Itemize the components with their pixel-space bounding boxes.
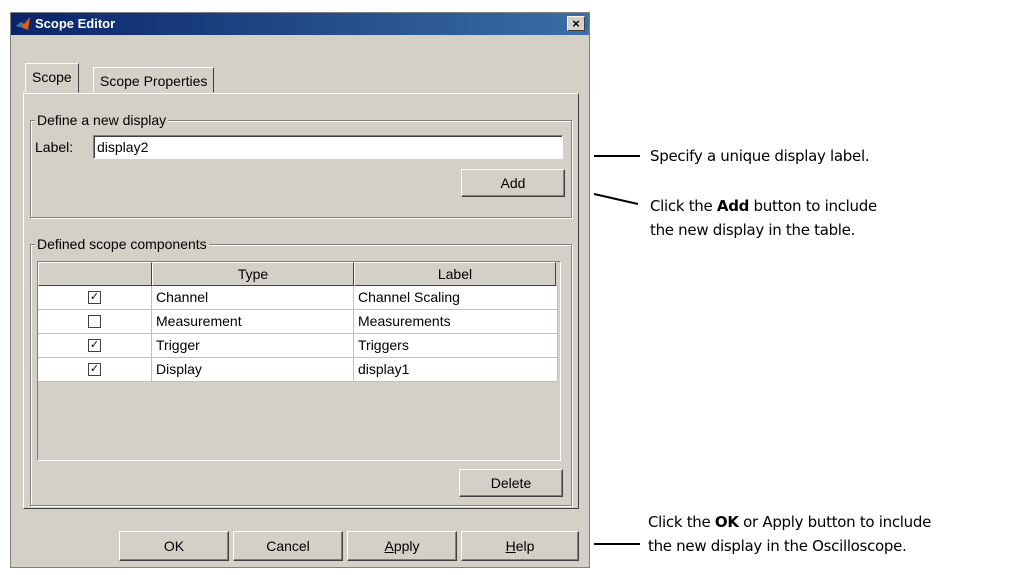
type-cell: Trigger bbox=[152, 334, 354, 358]
help-label: elp bbox=[515, 538, 535, 554]
delete-button[interactable]: Delete bbox=[459, 469, 563, 497]
annotation-line-label bbox=[594, 155, 640, 157]
row-checkbox[interactable]: ✓ bbox=[88, 363, 101, 376]
annotation-add: Click the Add button to include the new … bbox=[650, 194, 877, 242]
annotation-line-ok bbox=[594, 543, 640, 545]
help-mnemonic: H bbox=[505, 538, 516, 554]
ok-button[interactable]: OK bbox=[119, 531, 229, 561]
column-header-label[interactable]: Label bbox=[354, 262, 556, 286]
table-row[interactable]: Measurement Measurements bbox=[38, 310, 558, 334]
label-cell: Channel Scaling bbox=[354, 286, 558, 310]
apply-label: pply bbox=[393, 538, 420, 554]
annotation-add-bold: Add bbox=[716, 197, 750, 215]
column-header-type[interactable]: Type bbox=[152, 262, 354, 286]
title-bar[interactable]: Scope Editor × bbox=[11, 13, 589, 35]
annotation-ok-pre: Click the bbox=[648, 513, 715, 531]
window-title: Scope Editor bbox=[35, 16, 116, 31]
annotation-ok: Click the OK or Apply button to include … bbox=[648, 510, 931, 558]
column-header-check[interactable] bbox=[38, 262, 152, 286]
check-cell: ✓ bbox=[38, 358, 152, 382]
scope-components-group: Defined scope components Type Label ✓ Ch… bbox=[30, 236, 572, 506]
apply-button[interactable]: Apply bbox=[347, 531, 457, 561]
annotation-label: Specify a unique display label. bbox=[650, 147, 870, 165]
table-row[interactable]: ✓ Display display1 bbox=[38, 358, 558, 382]
row-checkbox[interactable]: ✓ bbox=[88, 339, 101, 352]
help-button[interactable]: Help bbox=[461, 531, 579, 561]
tab-scope-properties[interactable]: Scope Properties bbox=[93, 67, 215, 93]
label-cell: Measurements bbox=[354, 310, 558, 334]
annotation-ok-post: or Apply button to include bbox=[738, 513, 932, 531]
check-cell: ✓ bbox=[38, 286, 152, 310]
scope-editor-window: Scope Editor × Scope Scope Properties De… bbox=[10, 12, 590, 568]
table-row[interactable]: ✓ Trigger Triggers bbox=[38, 334, 558, 358]
type-cell: Measurement bbox=[152, 310, 354, 334]
annotation-add-line2: the new display in the table. bbox=[650, 221, 856, 239]
type-cell: Display bbox=[152, 358, 354, 382]
annotation-ok-line2: the new display in the Oscilloscope. bbox=[648, 537, 907, 555]
define-display-legend: Define a new display bbox=[35, 112, 169, 128]
label-cell: Triggers bbox=[354, 334, 558, 358]
annotation-line-add bbox=[594, 193, 639, 205]
matlab-logo-icon bbox=[16, 17, 30, 30]
tab-scope[interactable]: Scope bbox=[25, 63, 79, 93]
label-input[interactable]: display2 bbox=[93, 135, 563, 159]
annotation-ok-bold: OK bbox=[714, 513, 739, 531]
close-button[interactable]: × bbox=[567, 16, 585, 31]
components-table: Type Label ✓ Channel Channel Scaling Mea… bbox=[37, 261, 561, 461]
tab-panel: Define a new display Label: display2 Add… bbox=[23, 93, 579, 509]
row-checkbox[interactable] bbox=[88, 315, 101, 328]
apply-mnemonic: A bbox=[384, 538, 394, 554]
label-cell: display1 bbox=[354, 358, 558, 382]
table-row[interactable]: ✓ Channel Channel Scaling bbox=[38, 286, 558, 310]
check-cell: ✓ bbox=[38, 334, 152, 358]
row-checkbox[interactable]: ✓ bbox=[88, 291, 101, 304]
scope-components-legend: Defined scope components bbox=[35, 236, 209, 252]
label-caption: Label: bbox=[35, 139, 74, 155]
type-cell: Channel bbox=[152, 286, 354, 310]
add-button[interactable]: Add bbox=[461, 169, 565, 197]
annotation-add-pre: Click the bbox=[650, 197, 717, 215]
check-cell bbox=[38, 310, 152, 334]
define-display-group: Define a new display Label: display2 Add bbox=[30, 112, 572, 218]
annotation-add-post: button to include bbox=[749, 197, 878, 215]
cancel-button[interactable]: Cancel bbox=[233, 531, 343, 561]
